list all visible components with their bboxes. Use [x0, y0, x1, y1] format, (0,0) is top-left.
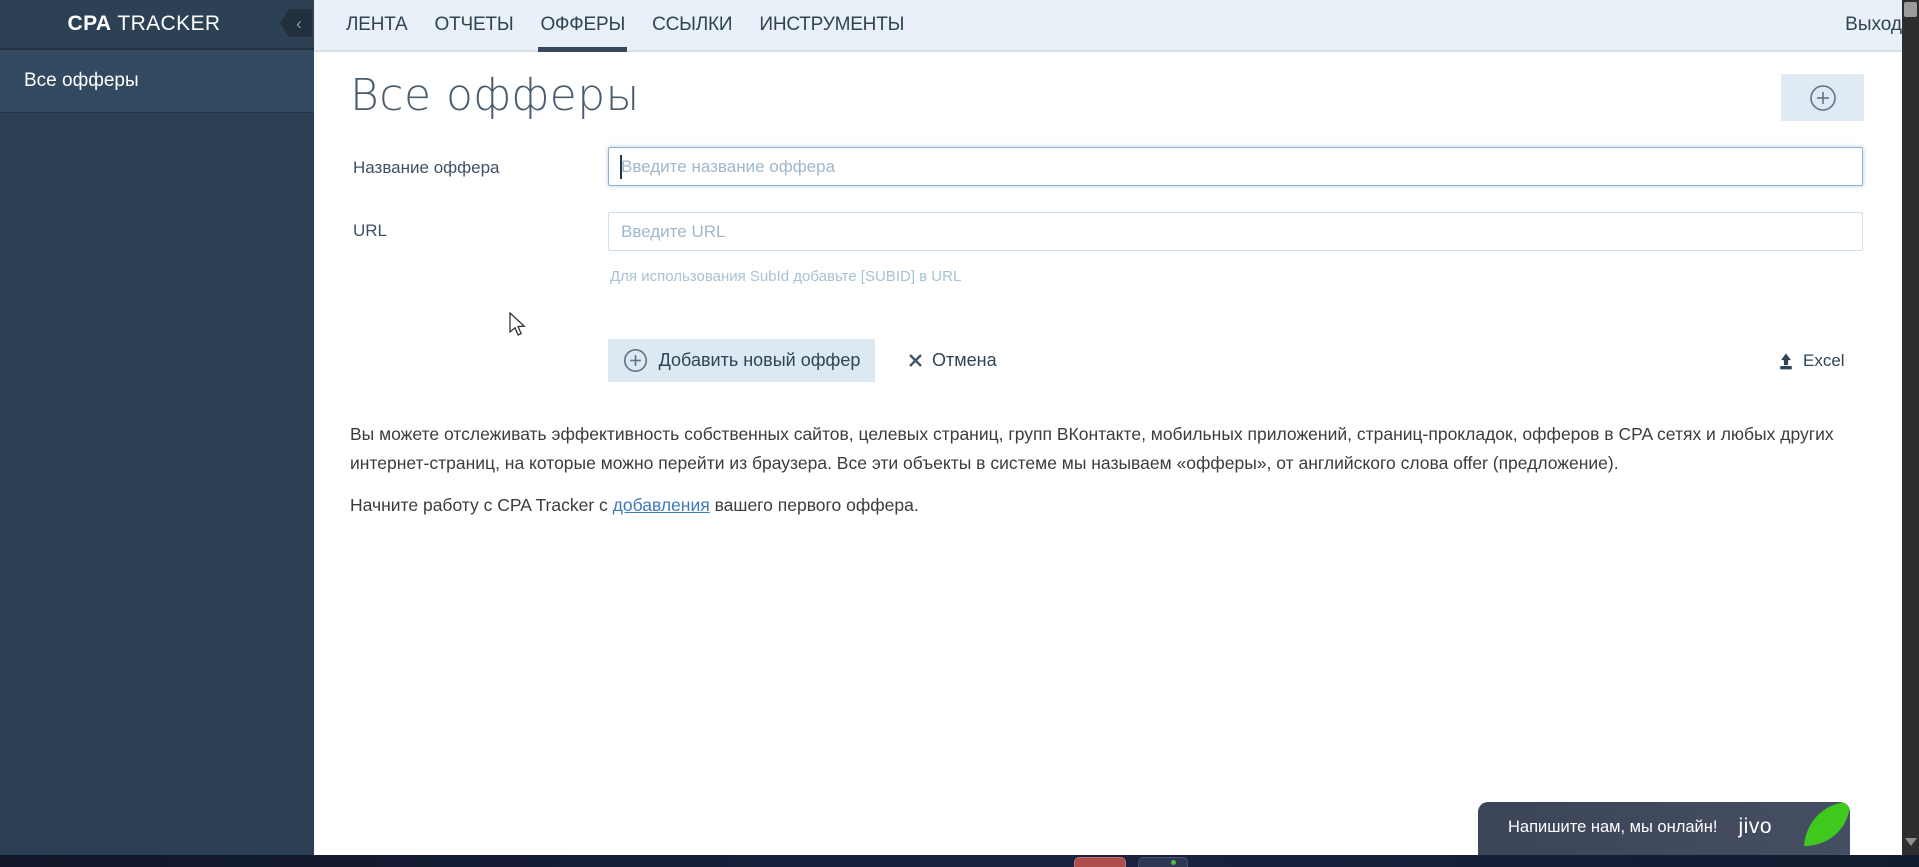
tab-links[interactable]: ССЫЛКИ [652, 0, 732, 50]
vertical-scrollbar[interactable] [1902, 0, 1919, 867]
app-logo: CPA TRACKER [68, 12, 247, 36]
sidebar-item-all-offers[interactable]: Все офферы [0, 50, 314, 113]
jivo-logo: jivo [1738, 815, 1772, 838]
tab-feed[interactable]: ЛЕНТА [346, 0, 408, 50]
background-dark-button [1138, 857, 1188, 867]
sidebar-header: CPA TRACKER ‹ [0, 0, 314, 50]
logout-link[interactable]: Выход [1845, 0, 1902, 50]
scrollbar-down-arrow-icon[interactable] [1905, 838, 1917, 846]
background-window-strip [0, 855, 1919, 867]
add-new-offer-label: Добавить новый оффер [658, 350, 861, 370]
chat-widget[interactable]: Напишите нам, мы онлайн! jivo [1478, 802, 1850, 855]
excel-label: Excel [1803, 350, 1845, 370]
offer-name-input[interactable] [608, 147, 1863, 186]
app-logo-rest: TRACKER [111, 12, 221, 35]
add-offer-top-button[interactable] [1781, 74, 1864, 121]
close-icon [909, 354, 922, 367]
excel-export-button[interactable]: Excel [1776, 339, 1866, 382]
description-paragraph: Вы можете отслеживать эффективность собс… [350, 424, 1834, 473]
chevron-left-icon: ‹ [296, 13, 302, 33]
description-block: Вы можете отслеживать эффективность собс… [350, 420, 1865, 520]
tab-reports[interactable]: ОТЧЕТЫ [435, 0, 514, 50]
tab-tools[interactable]: ИНСТРУМЕНТЫ [759, 0, 904, 50]
background-red-button [1074, 857, 1126, 867]
jivo-leaf-icon [1804, 802, 1850, 846]
page-title: Все офферы [350, 70, 640, 121]
offer-url-input[interactable] [608, 212, 1863, 251]
plus-circle-icon [623, 348, 647, 373]
app-logo-bold: CPA [67, 12, 112, 35]
chat-message: Напишите нам, мы онлайн! [1508, 818, 1718, 836]
scrollbar-thumb[interactable] [1904, 2, 1917, 17]
url-label: URL [353, 221, 388, 240]
getting-started-paragraph: Начните работу с CPA Tracker с добавлени… [350, 491, 1865, 520]
getting-started-text: Начните работу с CPA Tracker с [350, 495, 613, 515]
top-navigation: ЛЕНТА ОТЧЕТЫ ОФФЕРЫ ССЫЛКИ ИНСТРУМЕНТЫ [314, 0, 1902, 52]
subid-hint: Для использования SubId добавьте [SUBID]… [610, 268, 962, 285]
tab-offers[interactable]: ОФФЕРЫ [538, 0, 627, 52]
main-content: Все офферы Название оффера URL Для испол… [314, 52, 1902, 855]
cancel-button[interactable]: Отмена [908, 339, 1018, 382]
add-new-offer-button[interactable]: Добавить новый оффер [608, 339, 875, 382]
text-caret [620, 155, 622, 179]
offer-name-label: Название оффера [353, 158, 500, 177]
plus-circle-icon [1809, 84, 1836, 111]
sidebar: CPA TRACKER ‹ Все офферы [0, 0, 314, 855]
app-window: CPA TRACKER ‹ Все офферы ЛЕНТА ОТЧЕТЫ ОФ… [0, 0, 1919, 867]
upload-icon [1780, 353, 1792, 369]
add-first-offer-link[interactable]: добавления [613, 495, 710, 515]
cancel-label: Отмена [932, 350, 997, 370]
getting-started-text-end: вашего первого оффера. [709, 495, 919, 515]
green-dot [1171, 860, 1176, 865]
sidebar-collapse-button[interactable]: ‹ [280, 9, 312, 37]
